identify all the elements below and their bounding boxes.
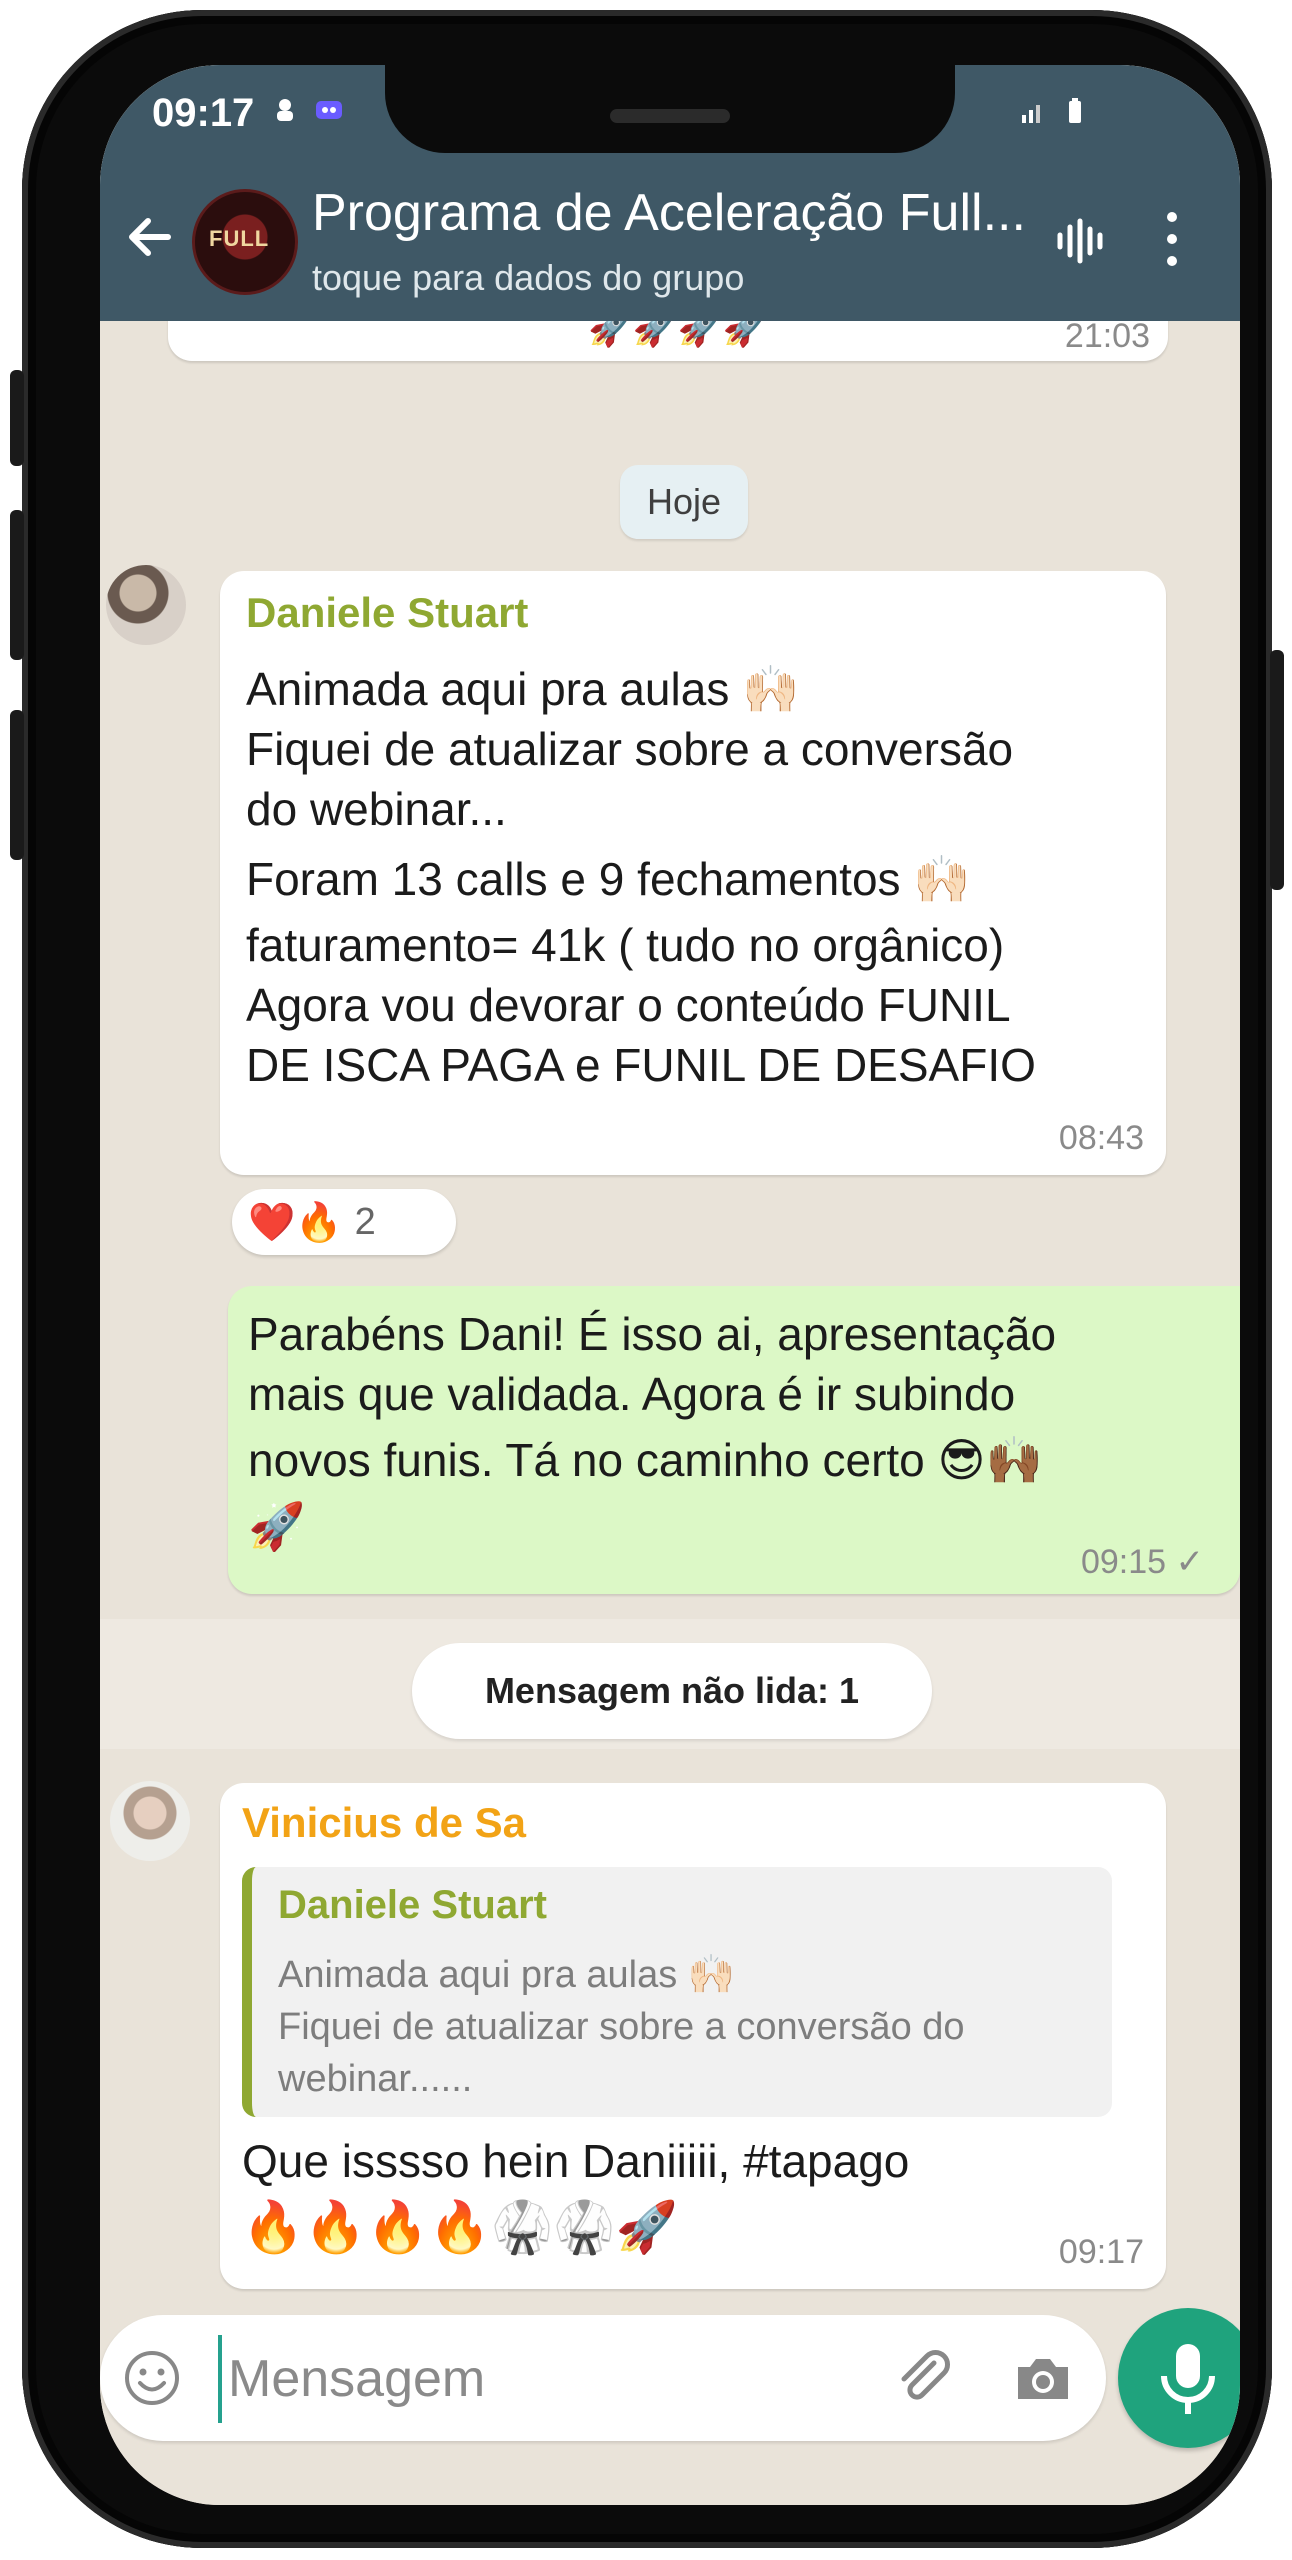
message-line: 🚀	[248, 1500, 306, 1552]
chat-header[interactable]: FULL Programa de Aceleração Full... toqu…	[100, 161, 1240, 321]
mic-button[interactable]	[1118, 2308, 1240, 2448]
message-bubble[interactable]: Daniele Stuart Animada aqui pra aulas 🙌🏻…	[220, 571, 1166, 1175]
more-vert-icon[interactable]	[1160, 207, 1184, 271]
message-line: Agora vou devorar o conteúdo FUNIL	[246, 979, 1011, 1031]
quoted-text: Animada aqui pra aulas 🙌🏻 Fiquei de atua…	[278, 1949, 1098, 2105]
message-line: mais que validada. Agora é ir subindo	[248, 1368, 1016, 1420]
message-line: Fiquei de atualizar sobre a conversão	[246, 723, 1014, 775]
message-composer	[100, 2315, 1106, 2441]
paperclip-icon[interactable]	[890, 2345, 956, 2411]
quoted-message[interactable]: Daniele Stuart Animada aqui pra aulas 🙌🏻…	[242, 1867, 1112, 2117]
message-input[interactable]	[218, 2335, 790, 2423]
message-text: Parabéns Dani! É isso ai, apresentação m…	[248, 1304, 1218, 1556]
app-notification-icon	[316, 101, 342, 119]
message-time: 09:17	[1058, 2233, 1144, 2271]
phone-frame: 09:17 FULL Programa de Aceleração Full..…	[10, 10, 1284, 2548]
message-time: 09:15 ✓	[1080, 1543, 1204, 1581]
quoted-line: Fiquei de atualizar sobre a conversão do	[278, 2006, 965, 2048]
message-line: Foram 13 calls e 9 fechamentos 🙌🏻	[246, 853, 971, 905]
message-line: faturamento= 41k ( tudo no orgânico)	[246, 919, 1005, 971]
status-icons-right	[1018, 97, 1090, 127]
emoji-icon[interactable]	[122, 2348, 182, 2408]
back-arrow-icon[interactable]	[122, 209, 178, 265]
camera-icon[interactable]	[1010, 2345, 1076, 2411]
message-text: Animada aqui pra aulas 🙌🏻 Fiquei de atua…	[246, 659, 1146, 1095]
notification-icon	[277, 99, 293, 121]
signal-icon	[1022, 105, 1040, 123]
status-icons-left	[270, 95, 344, 125]
chat-area[interactable]: 🚀🚀🚀🚀 21:03 Hoje Daniele Stuart Animada a…	[100, 261, 1240, 2321]
status-time: 09:17	[152, 91, 255, 135]
reaction-count: 2	[354, 1200, 376, 1243]
earpiece-speaker	[610, 109, 730, 123]
message-line: do webinar...	[246, 783, 507, 835]
quoted-line: Animada aqui pra aulas 🙌🏻	[278, 1954, 736, 1996]
message-line: Animada aqui pra aulas 🙌🏻	[246, 663, 800, 715]
group-title[interactable]: Programa de Aceleração Full...	[312, 183, 1032, 243]
phone-screen: 09:17 FULL Programa de Aceleração Full..…	[100, 65, 1240, 2505]
unread-message-divider: Mensagem não lida: 1	[412, 1643, 932, 1739]
message-bubble[interactable]: Vinicius de Sa Daniele Stuart Animada aq…	[220, 1783, 1166, 2289]
message-text: Que isssso hein Daniiiii, #tapago 🔥🔥🔥🔥🥋🥋…	[242, 2131, 1142, 2257]
group-avatar[interactable]: FULL	[192, 189, 298, 295]
sender-avatar[interactable]	[110, 1781, 190, 1861]
date-divider: Hoje	[620, 465, 748, 539]
message-time: 21:03	[1064, 317, 1150, 355]
reaction-emojis: ❤️🔥	[248, 1199, 343, 1244]
quoted-line: webinar......	[278, 2058, 473, 2100]
side-button	[10, 370, 24, 466]
quoted-sender-name: Daniele Stuart	[278, 1883, 547, 1927]
message-time: 08:43	[1058, 1119, 1144, 1157]
sender-name: Vinicius de Sa	[242, 1799, 527, 1846]
message-reactions[interactable]: ❤️🔥 2	[232, 1189, 456, 1255]
audio-call-icon[interactable]	[1052, 213, 1108, 269]
group-subtitle[interactable]: toque para dados do grupo	[312, 257, 744, 299]
sender-avatar[interactable]	[106, 565, 186, 645]
message-line: 🔥🔥🔥🔥🥋🥋🚀	[242, 2198, 678, 2256]
battery-icon	[1069, 98, 1081, 123]
volume-down-button	[10, 710, 24, 860]
camera-notch	[385, 65, 955, 153]
message-line: DE ISCA PAGA e FUNIL DE DESAFIO	[246, 1039, 1036, 1091]
group-avatar-text: FULL	[209, 226, 270, 251]
mic-icon	[1161, 2344, 1215, 2414]
outgoing-message-bubble[interactable]: Parabéns Dani! É isso ai, apresentação m…	[228, 1286, 1240, 1594]
power-button	[1270, 650, 1284, 890]
message-line: novos funis. Tá no caminho certo 😎🙌🏾	[248, 1434, 1043, 1486]
sender-name: Daniele Stuart	[246, 589, 529, 636]
volume-up-button	[10, 510, 24, 660]
message-line: Que isssso hein Daniiiii, #tapago	[242, 2135, 910, 2187]
message-line: Parabéns Dani! É isso ai, apresentação	[248, 1308, 1057, 1360]
